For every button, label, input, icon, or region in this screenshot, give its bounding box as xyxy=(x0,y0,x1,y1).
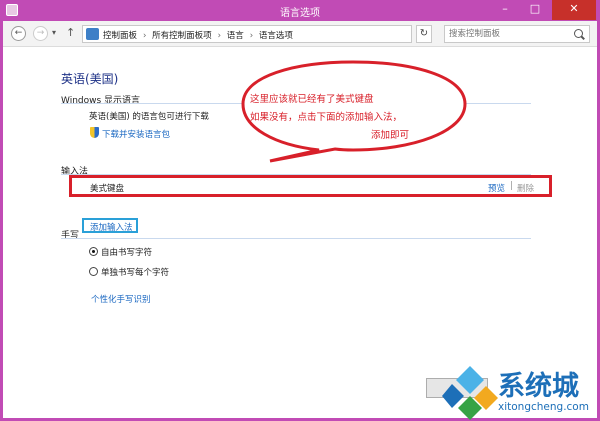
breadcrumb-item[interactable]: 语言 xyxy=(227,31,244,41)
refresh-button[interactable]: ↻ xyxy=(416,25,432,43)
preview-link[interactable]: 预览 xyxy=(488,182,505,194)
logo-mark-icon xyxy=(442,366,498,420)
forward-button[interactable]: → xyxy=(33,26,48,41)
add-input-method-highlight: 添加输入法 xyxy=(82,218,138,233)
page-title: 英语(美国) xyxy=(61,72,119,86)
freeform-label[interactable]: 自由书写字符 xyxy=(101,246,152,258)
address-bar: ← → ▾ ↑ 控制面板› 所有控制面板项› 语言› 语言选项 ▾ ↻ xyxy=(3,21,597,47)
breadcrumb[interactable]: 控制面板› 所有控制面板项› 语言› 语言选项 ▾ xyxy=(82,25,483,43)
annotation-line-2: 如果没有，点击下面的添加输入法， xyxy=(250,112,403,123)
delete-link[interactable]: 删除 xyxy=(517,182,534,194)
back-button[interactable]: ← xyxy=(11,26,26,41)
annotation-callout: 这里应该就已经有了美式键盘 如果没有，点击下面的添加输入法， 添加即可 xyxy=(237,59,470,163)
close-button[interactable]: ✕ xyxy=(552,0,596,20)
window: 语言选项 – □ ✕ ← → ▾ ↑ 控制面板 › 所有控制面板项 › 语言 › 语言… xyxy=(0,0,600,421)
watermark-url: xitongcheng.com xyxy=(498,401,589,413)
download-language-pack-link[interactable]: 下载并安装语言包 xyxy=(102,128,170,140)
display-language-heading: Windows 显示语言 xyxy=(61,96,141,106)
display-language-status: 英语(美国) 的语言包可进行下载 xyxy=(89,112,209,122)
recent-pages-dropdown[interactable]: ▾ xyxy=(52,28,56,37)
breadcrumb-item[interactable]: 控制面板 xyxy=(103,31,137,41)
handwriting-heading: 手写 xyxy=(61,231,80,241)
shield-icon xyxy=(90,127,99,138)
watermark-logo: 系统城 xitongcheng.com xyxy=(440,360,600,421)
search-icon[interactable] xyxy=(574,29,583,38)
personalize-handwriting-link[interactable]: 个性化手写识别 xyxy=(91,293,151,305)
watermark-text: 系统城 xyxy=(498,371,579,402)
title-bar: 语言选项 – □ ✕ xyxy=(0,0,600,21)
maximize-button[interactable]: □ xyxy=(522,0,548,20)
minimize-button[interactable]: – xyxy=(492,0,518,20)
annotation-line-1: 这里应该就已经有了美式键盘 xyxy=(250,94,374,105)
section-divider xyxy=(61,238,531,239)
separator: | xyxy=(510,181,514,191)
breadcrumb-item[interactable]: 语言选项 xyxy=(259,31,293,41)
annotation-line-3: 添加即可 xyxy=(371,130,410,141)
input-method-name: 美式键盘 xyxy=(90,184,125,194)
control-panel-icon xyxy=(86,28,99,40)
input-method-row: 美式键盘 预览 | 删除 xyxy=(69,175,552,197)
breadcrumb-item[interactable]: 所有控制面板项 xyxy=(152,31,212,41)
freeform-radio[interactable] xyxy=(89,247,98,256)
single-char-label[interactable]: 单独书写每个字符 xyxy=(101,266,169,278)
up-button[interactable]: ↑ xyxy=(66,26,75,39)
add-input-method-link[interactable]: 添加输入法 xyxy=(90,221,133,233)
single-char-radio[interactable] xyxy=(89,267,98,276)
search-input[interactable] xyxy=(449,28,567,40)
search-box[interactable] xyxy=(444,25,590,43)
